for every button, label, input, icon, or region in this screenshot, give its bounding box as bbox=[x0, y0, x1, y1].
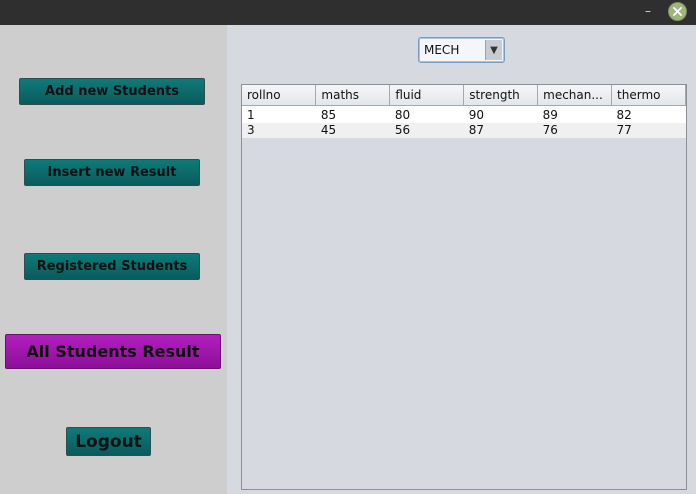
table-cell: 89 bbox=[537, 108, 612, 123]
chevron-down-icon[interactable]: ▼ bbox=[485, 40, 502, 60]
table-cell: 1 bbox=[242, 108, 316, 123]
results-table[interactable]: rollno maths fluid strength mechan... th… bbox=[241, 84, 687, 490]
table-header-row: rollno maths fluid strength mechan... th… bbox=[242, 85, 686, 106]
table-cell: 45 bbox=[315, 123, 390, 138]
logout-button[interactable]: Logout bbox=[66, 427, 151, 456]
branch-select-value: MECH bbox=[424, 43, 460, 57]
column-header-rollno[interactable]: rollno bbox=[242, 85, 317, 106]
table-cell: 56 bbox=[389, 123, 464, 138]
table-cell: 85 bbox=[315, 108, 390, 123]
add-new-students-button[interactable]: Add new Students bbox=[19, 78, 205, 105]
table-row[interactable]: 1 85 80 90 89 82 bbox=[242, 108, 686, 123]
column-header-mechanics[interactable]: mechan... bbox=[537, 85, 613, 106]
column-header-strength[interactable]: strength bbox=[463, 85, 539, 106]
minimize-button[interactable]: – bbox=[641, 3, 655, 19]
column-header-fluid[interactable]: fluid bbox=[389, 85, 465, 106]
insert-new-result-button[interactable]: Insert new Result bbox=[24, 159, 200, 186]
registered-students-button[interactable]: Registered Students bbox=[24, 253, 200, 280]
column-header-maths[interactable]: maths bbox=[315, 85, 391, 106]
close-icon[interactable] bbox=[668, 2, 687, 21]
table-cell: 82 bbox=[611, 108, 686, 123]
close-x-glyph bbox=[673, 7, 682, 16]
table-cell: 80 bbox=[389, 108, 464, 123]
table-cell: 76 bbox=[537, 123, 612, 138]
table-row[interactable]: 3 45 56 87 76 77 bbox=[242, 123, 686, 138]
table-cell: 77 bbox=[611, 123, 686, 138]
table-cell: 90 bbox=[463, 108, 538, 123]
window-titlebar: – bbox=[0, 0, 696, 25]
all-students-result-button[interactable]: All Students Result bbox=[5, 334, 221, 369]
table-cell: 87 bbox=[463, 123, 538, 138]
table-cell: 3 bbox=[242, 123, 316, 138]
branch-select[interactable]: MECH ▼ bbox=[418, 37, 505, 63]
column-header-thermo[interactable]: thermo bbox=[611, 85, 686, 106]
